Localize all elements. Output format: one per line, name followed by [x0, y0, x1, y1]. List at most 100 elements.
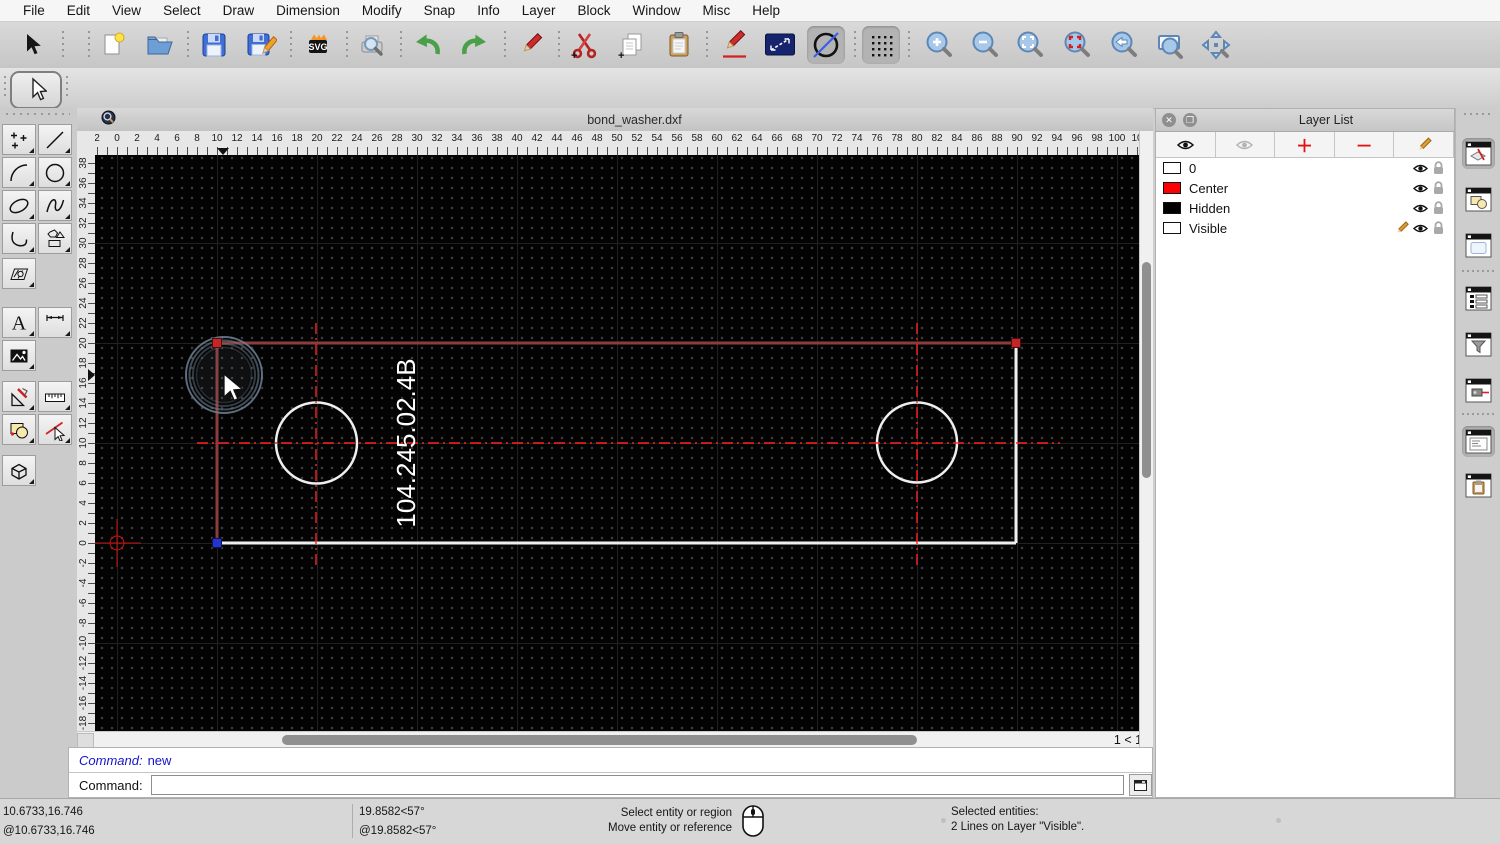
- command-input[interactable]: [150, 775, 1125, 795]
- layer-lock-icon[interactable]: [1429, 221, 1447, 235]
- tool-polygon[interactable]: [38, 223, 72, 254]
- entity-list-dock-icon[interactable]: [1462, 283, 1495, 314]
- tool-measure[interactable]: [38, 381, 72, 412]
- pen-edit-button[interactable]: [715, 26, 753, 64]
- vertical-scrollbar[interactable]: [1139, 131, 1153, 747]
- cad-tool-palette: A: [0, 108, 78, 798]
- polar-relative-coordinates: @19.8582<57°: [359, 825, 437, 837]
- save-button[interactable]: [195, 26, 233, 64]
- tool-solid[interactable]: [2, 455, 36, 486]
- ruler-label: 62: [731, 133, 743, 144]
- layer-visibility-icon[interactable]: [1411, 203, 1429, 214]
- layer-visibility-icon[interactable]: [1411, 183, 1429, 194]
- add-layer-button[interactable]: ＋: [1275, 132, 1335, 157]
- command-line-dock-icon[interactable]: [1462, 426, 1495, 457]
- menu-info[interactable]: Info: [466, 3, 511, 18]
- layer-list-dock-icon[interactable]: [1462, 138, 1495, 169]
- print-preview-button[interactable]: [353, 26, 391, 64]
- layer-visibility-icon[interactable]: [1411, 223, 1429, 234]
- select-tool-button[interactable]: [10, 71, 62, 109]
- library-browser-dock-icon[interactable]: [1462, 230, 1495, 261]
- tool-arc[interactable]: [2, 157, 36, 188]
- block-list-dock-icon[interactable]: [1462, 184, 1495, 215]
- vertical-scrollbar-thumb[interactable]: [1142, 262, 1151, 478]
- show-all-layers-button[interactable]: [1156, 132, 1216, 157]
- pointer-button[interactable]: [13, 26, 51, 64]
- tool-circle[interactable]: [38, 157, 72, 188]
- cut-button[interactable]: +: [566, 26, 604, 64]
- draft-mode-button[interactable]: [807, 26, 845, 64]
- edit-layer-button[interactable]: [1394, 132, 1454, 157]
- menu-view[interactable]: View: [101, 3, 152, 18]
- layer-name: Center: [1189, 180, 1229, 196]
- tool-dimension[interactable]: [38, 307, 72, 338]
- tool-hatch[interactable]: [2, 258, 36, 289]
- menu-layer[interactable]: Layer: [511, 3, 567, 18]
- layer-row-hidden[interactable]: Hidden: [1156, 198, 1454, 218]
- pen-palette-dock-icon[interactable]: [1462, 375, 1495, 406]
- horizontal-scrollbar[interactable]: 1 < 10: [77, 731, 1153, 748]
- layer-row-0[interactable]: 0: [1156, 158, 1454, 178]
- menu-help[interactable]: Help: [741, 3, 791, 18]
- selection-filter-dock-icon[interactable]: [1462, 329, 1495, 360]
- layer-lock-icon[interactable]: [1429, 161, 1447, 175]
- tool-modify[interactable]: [2, 381, 36, 412]
- paste-button[interactable]: [660, 26, 698, 64]
- menu-file[interactable]: File: [12, 3, 56, 18]
- menu-window[interactable]: Window: [622, 3, 692, 18]
- zoom-out-button[interactable]: [966, 26, 1004, 64]
- zoom-previous-button[interactable]: [1105, 26, 1143, 64]
- line-selection-button[interactable]: [761, 26, 799, 64]
- layer-lock-icon[interactable]: [1429, 201, 1447, 215]
- tool-text[interactable]: A: [2, 307, 36, 338]
- tool-line[interactable]: [38, 124, 72, 155]
- menu-modify[interactable]: Modify: [351, 3, 413, 18]
- undo-button[interactable]: [409, 26, 447, 64]
- open-file-button[interactable]: [141, 26, 179, 64]
- float-panel-icon[interactable]: ❐: [1183, 113, 1197, 127]
- layer-visibility-icon[interactable]: [1411, 163, 1429, 174]
- ruler-label: 8: [194, 133, 200, 144]
- ruler-cursor-marker: [88, 369, 95, 381]
- menu-snap[interactable]: Snap: [413, 3, 467, 18]
- zoom-in-button[interactable]: [920, 26, 958, 64]
- clipboard-dock-icon[interactable]: [1462, 470, 1495, 501]
- toolbar-separator: [400, 31, 402, 59]
- layer-row-center[interactable]: Center: [1156, 178, 1454, 198]
- zoom-auto-button[interactable]: [1011, 26, 1049, 64]
- hide-all-layers-button[interactable]: [1215, 132, 1276, 157]
- remove-layer-button[interactable]: －: [1334, 132, 1395, 157]
- zoom-selected-button[interactable]: [1058, 26, 1096, 64]
- close-icon[interactable]: ✕: [1162, 113, 1176, 127]
- new-file-button[interactable]: [94, 26, 132, 64]
- drawing-canvas[interactable]: 104.245.02.4B: [93, 155, 1139, 731]
- menu-dimension[interactable]: Dimension: [265, 3, 351, 18]
- horizontal-scrollbar-thumb[interactable]: [282, 735, 917, 745]
- save-as-button[interactable]: [242, 26, 280, 64]
- tool-polyline[interactable]: [2, 223, 36, 254]
- copy-button[interactable]: +: [613, 26, 651, 64]
- menu-block[interactable]: Block: [567, 3, 622, 18]
- tool-block[interactable]: [2, 414, 36, 445]
- zoom-pan-button[interactable]: [1197, 26, 1235, 64]
- delete-entity-button[interactable]: [512, 26, 550, 64]
- export-svg-button[interactable]: SVG: [299, 26, 337, 64]
- menu-misc[interactable]: Misc: [692, 3, 742, 18]
- zoom-window-button[interactable]: [1151, 26, 1189, 64]
- menu-edit[interactable]: Edit: [56, 3, 101, 18]
- redo-button[interactable]: [455, 26, 493, 64]
- ruler-label: 24: [351, 133, 363, 144]
- layer-row-visible[interactable]: Visible: [1156, 218, 1454, 238]
- ruler-label: 96: [1071, 133, 1083, 144]
- menu-select[interactable]: Select: [152, 3, 212, 18]
- command-options-button[interactable]: [1129, 774, 1152, 796]
- tool-select-entity[interactable]: [38, 414, 72, 445]
- tool-points[interactable]: [2, 124, 36, 155]
- layer-panel-toolbar: ＋－: [1156, 132, 1454, 158]
- tool-ellipse[interactable]: [2, 190, 36, 221]
- layer-lock-icon[interactable]: [1429, 181, 1447, 195]
- grid-toggle-button[interactable]: [862, 26, 900, 64]
- tool-spline[interactable]: [38, 190, 72, 221]
- menu-draw[interactable]: Draw: [212, 3, 266, 18]
- tool-image[interactable]: [2, 340, 36, 371]
